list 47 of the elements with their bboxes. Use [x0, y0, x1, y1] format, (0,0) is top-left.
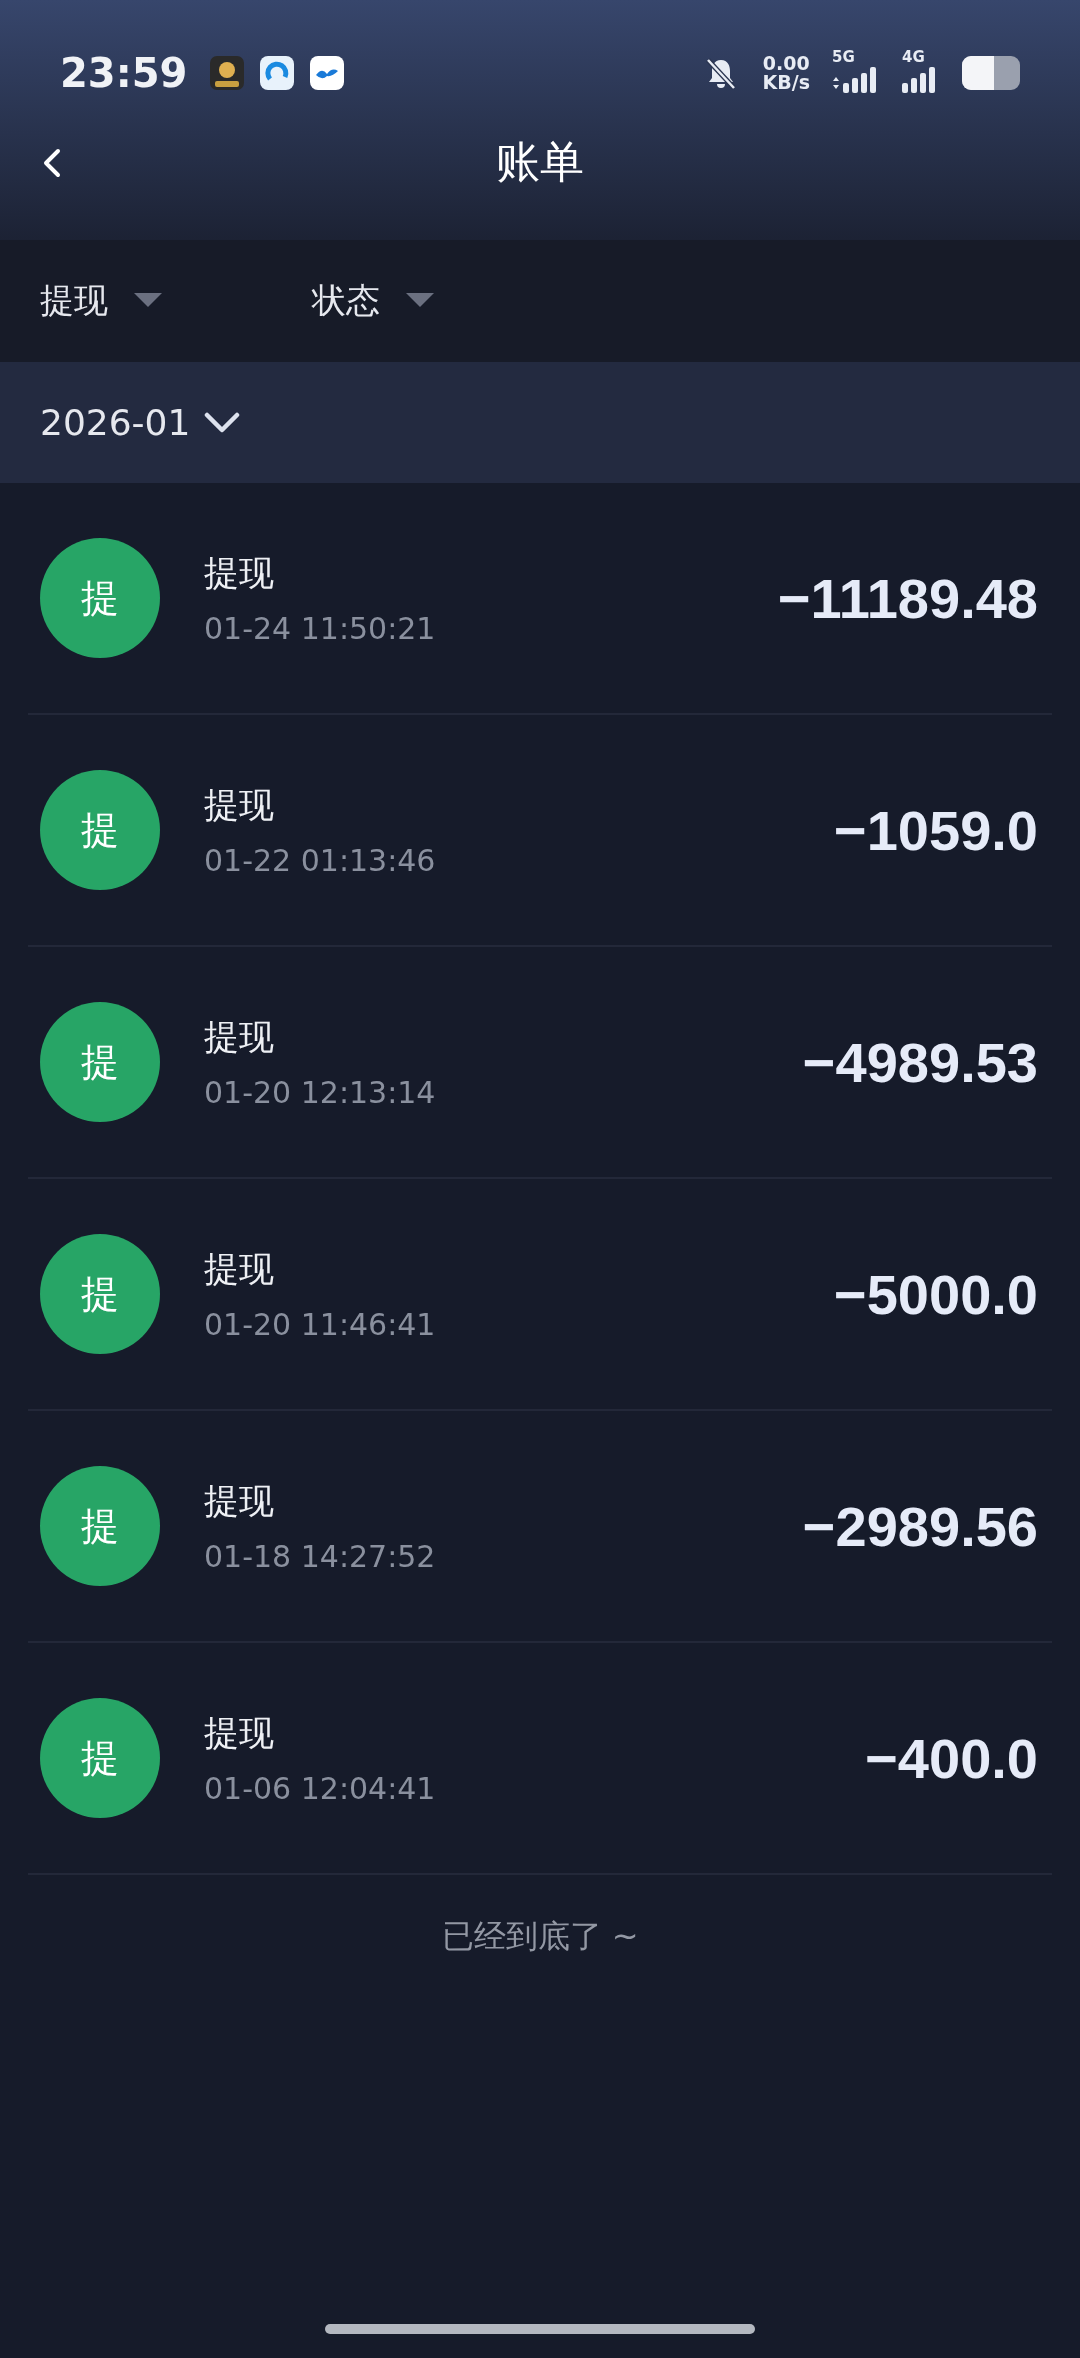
withdraw-avatar: 提: [40, 1466, 160, 1586]
dropdown-triangle-icon: [134, 293, 162, 309]
filter-dropdown[interactable]: 状态: [312, 278, 584, 324]
battery-icon: [962, 55, 1020, 90]
chevron-down-icon: [204, 411, 241, 434]
transaction-title: 提现: [204, 1248, 275, 1291]
month-selector[interactable]: 2026-01: [40, 402, 241, 443]
transaction-amount: −1059.0: [834, 797, 1038, 863]
withdraw-avatar: 提: [40, 1234, 160, 1354]
transaction-row[interactable]: 提 提现 01-20 11:46:41 −5000.0: [28, 1179, 1052, 1411]
network-type: 4G: [902, 50, 925, 65]
status-time: 23:59: [60, 49, 188, 96]
withdraw-avatar: 提: [40, 538, 160, 658]
transaction-amount: −2989.56: [802, 1493, 1038, 1559]
transaction-amount: −5000.0: [834, 1261, 1038, 1327]
withdraw-avatar: 提: [40, 1002, 160, 1122]
transaction-time: 01-06 12:04:41: [204, 1771, 437, 1806]
transaction-time: 01-18 14:27:52: [204, 1539, 437, 1574]
dropdown-triangle-icon: [406, 293, 434, 309]
transaction-row[interactable]: 提 提现 01-06 12:04:41 −400.0: [28, 1643, 1052, 1875]
withdraw-avatar: 提: [40, 1698, 160, 1818]
transaction-title: 提现: [204, 552, 275, 595]
app-icon: [209, 54, 246, 91]
transaction-title: 提现: [204, 1480, 275, 1523]
transaction-row[interactable]: 提 提现 01-24 11:50:21 −11189.48: [28, 483, 1052, 715]
net-unit: KB/s: [762, 72, 810, 92]
filter-dropdown[interactable]: 提现: [40, 278, 312, 324]
transaction-time: 01-20 12:13:14: [204, 1075, 437, 1110]
page-title: 账单: [496, 135, 584, 189]
transaction-row[interactable]: 提 提现 01-20 12:13:14 −4989.53: [28, 947, 1052, 1179]
transaction-time: 01-24 11:50:21: [204, 611, 437, 646]
transaction-amount: −11189.48: [777, 565, 1038, 631]
net-speed: 0.00: [762, 53, 810, 73]
transaction-row[interactable]: 提 提现 01-18 14:27:52 −2989.56: [28, 1411, 1052, 1643]
transaction-row[interactable]: 提 提现 01-22 01:13:46 −1059.0: [28, 715, 1052, 947]
app-icon: [309, 54, 346, 91]
app-icon: [259, 54, 296, 91]
transaction-title: 提现: [204, 1712, 275, 1755]
transaction-title: 提现: [204, 784, 275, 827]
transaction-amount: −400.0: [865, 1725, 1038, 1791]
end-of-list-text: 已经到底了 ~: [440, 1916, 640, 1957]
transaction-time: 01-20 11:46:41: [204, 1307, 437, 1342]
transaction-time: 01-22 01:13:46: [204, 843, 437, 878]
withdraw-avatar: 提: [40, 770, 160, 890]
transaction-title: 提现: [204, 1016, 275, 1059]
transaction-amount: −4989.53: [802, 1029, 1038, 1095]
network-type: 5G: [832, 50, 855, 65]
